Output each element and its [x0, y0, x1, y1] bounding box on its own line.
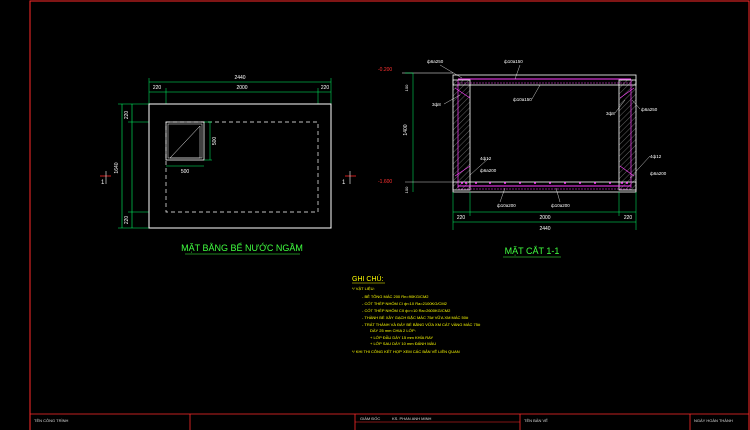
section-dim-height: 1400 [403, 124, 409, 135]
plan-dim-left: 220 [153, 85, 162, 91]
note-line: - TRÁT THÀNH VÀ ĐÁY BỂ BẰNG VỮA XM CÁT V… [362, 322, 481, 327]
plan-dim-v-mid: 1640 [114, 162, 120, 173]
plan-opening-h: 500 [212, 137, 218, 146]
rebar-bot-b: ф10a200 [551, 203, 570, 208]
top-slab [452, 74, 637, 86]
plan-dim-mid: 2000 [236, 85, 247, 91]
section-dim-left: 220 [457, 215, 466, 221]
rebar-bot-a: ф10a200 [497, 203, 516, 208]
note-line: */ KHI THI CÔNG KẾT HỢP XEM CÁC BẢN VẼ L… [352, 349, 460, 354]
cad-drawing-canvas[interactable]: 2440 220 2000 220 220 1640 220 500 500 1 [0, 0, 750, 430]
plan-title: MẶT BẰNG BỂ NƯỚC NGẦM [181, 242, 303, 253]
rebar-side-right-label: ф6a250 [641, 107, 658, 112]
tb-project: TÊN CÔNG TRÌNH [34, 418, 68, 423]
plan-opening-w: 500 [181, 169, 190, 175]
section-dim-top-slab: 100 [404, 84, 409, 91]
rebar-bot-left: ф6a200 [480, 168, 497, 173]
plan-dim-v-top: 220 [124, 111, 130, 120]
right-wall [618, 79, 637, 191]
note-line: + LỚP SAU DÀY 10 mm ĐÁNH MÀU [370, 341, 436, 346]
note-line: + LỚP ĐẦU DÀY 15 mm KHÍA RAY [370, 335, 433, 340]
notes-block: GHI CHÚ: */ VẬT LIỆU: - BÊ TÔNG MÁC 200 … [352, 274, 481, 354]
section-dim-total: 2440 [539, 226, 550, 232]
section-dim-right: 220 [624, 215, 633, 221]
tb-director-label: GIÁM ĐỐC [360, 416, 380, 421]
note-line: - BÊ TÔNG MÁC 200 Rn=90KG/CM2 [362, 294, 429, 299]
plan-inner-dashed [165, 121, 319, 213]
sheet-border [29, 0, 750, 430]
note-line: */ VẬT LIỆU: [352, 286, 375, 291]
rebar-top-label: ф6a250 [427, 59, 444, 64]
rebar-3f8-left: 3ф8 [432, 102, 441, 107]
section-title: MẶT CẮT 1-1 [505, 246, 560, 256]
note-line: - CỐT THÉP NHÓM CII ф>=10 Ra=2600KG/CM2 [362, 308, 451, 313]
section-dim-mid: 2000 [539, 215, 550, 221]
rebar-top3-label: ф10a150 [513, 97, 532, 102]
section-mark-left: 1 [101, 180, 105, 186]
tb-date: NGÀY HOÀN THÀNH [694, 418, 733, 423]
note-line: DÀY 25 mm CHIA 2 LỚP: [370, 328, 416, 333]
notes-heading: GHI CHÚ: [352, 274, 384, 283]
plan-dim-right: 220 [321, 85, 330, 91]
title-block[interactable]: TÊN CÔNG TRÌNH GIÁM ĐỐC KS. PHAN ANH MIN… [30, 413, 749, 430]
tb-director-name: KS. PHAN ANH MINH [392, 416, 431, 421]
plan-dim-total: 2440 [234, 75, 245, 81]
tb-drawing-name: TÊN BẢN VẼ [524, 418, 548, 423]
plan-view[interactable]: 2440 220 2000 220 220 1640 220 500 500 1 [100, 75, 356, 255]
rebar-top2-label: ф10a150 [504, 59, 523, 64]
level-bot: -1.600 [378, 179, 392, 185]
rebar-3f8-right: 3ф8 [606, 111, 615, 116]
plan-dim-v-bot: 220 [124, 216, 130, 225]
rebar-bot-right: ф6a200 [650, 171, 667, 176]
rebar-4f12-right: 4ф12 [650, 154, 662, 159]
bottom-slab [452, 181, 637, 193]
level-top: -0.200 [378, 67, 392, 73]
section-mark-right: 1 [342, 180, 346, 186]
note-line: - CỐT THÉP NHÓM CI ф<10 Ra=2100KG/CM2 [362, 301, 448, 306]
note-line: - THÀNH BỂ XÂY GẠCH ĐẶC MÁC 75# VỮA XM M… [362, 315, 469, 320]
section-dim-bot-slab: 100 [404, 186, 409, 193]
section-view[interactable]: -0.200 ф6a250 ф10a150 ф10a150 ф6a250 3ф8… [378, 59, 667, 258]
rebar-4f12-left: 4ф12 [480, 156, 492, 161]
